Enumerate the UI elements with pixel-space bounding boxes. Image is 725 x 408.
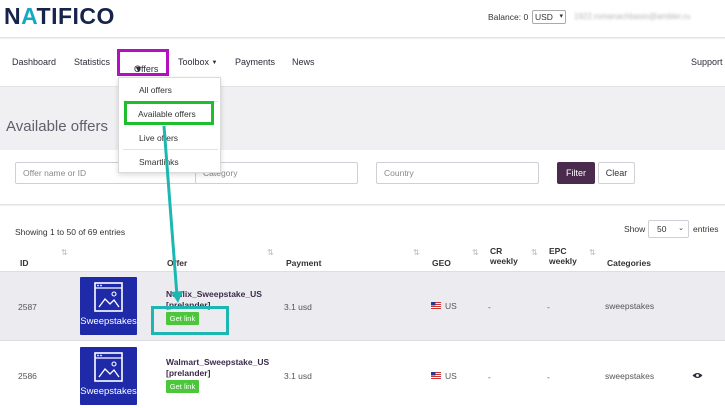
- offer-epc: -: [547, 302, 550, 312]
- nav-support[interactable]: Support: [691, 57, 723, 67]
- chevron-down-icon: ⌄: [678, 225, 684, 232]
- column-header-offer[interactable]: Offer: [167, 258, 187, 268]
- offer-geo: US: [445, 301, 457, 311]
- us-flag-icon: [431, 372, 441, 379]
- image-placeholder-icon: [94, 282, 123, 312]
- dropdown-item-smartlinks[interactable]: Smartlinks: [139, 157, 179, 167]
- offer-cr: -: [488, 302, 491, 312]
- top-bar: NATIFICO Balance: 0 USD ▾ 1922.romanachba…: [0, 0, 725, 38]
- dropdown-item-all-offers[interactable]: All offers: [139, 85, 172, 95]
- dropdown-item-live-offers[interactable]: Live offers: [139, 133, 178, 143]
- entries-label: entries: [693, 224, 719, 234]
- sort-icon[interactable]: ⇅: [61, 248, 68, 257]
- get-link-button[interactable]: Get link: [166, 380, 199, 393]
- image-placeholder-icon: [94, 352, 123, 382]
- column-header-id[interactable]: ID: [20, 258, 29, 268]
- entries-info: Showing 1 to 50 of 69 entries: [15, 227, 126, 237]
- column-header-cr-weekly[interactable]: CR weekly: [490, 246, 518, 266]
- nav-dashboard[interactable]: Dashboard: [12, 57, 56, 67]
- offer-category: sweepstakes: [605, 301, 655, 311]
- eye-icon[interactable]: [692, 372, 703, 379]
- page-title: Available offers: [6, 118, 109, 135]
- column-header-payment[interactable]: Payment: [286, 258, 321, 268]
- nav-news[interactable]: News: [292, 57, 315, 67]
- dropdown-item-available-offers[interactable]: Available offers: [124, 101, 214, 125]
- sort-icon[interactable]: ⇅: [472, 248, 479, 257]
- offer-payment: 3.1 usd: [284, 371, 312, 381]
- dropdown-divider: [123, 149, 218, 150]
- nav-toolbox[interactable]: Toolbox ▼: [178, 57, 218, 67]
- user-email[interactable]: 1922.romanachbasio@ambler.ru: [574, 12, 690, 21]
- offer-epc: -: [547, 372, 550, 382]
- sort-icon[interactable]: ⇅: [413, 248, 420, 257]
- natifico-logo[interactable]: NATIFICO: [4, 3, 115, 29]
- clear-button[interactable]: Clear: [598, 162, 635, 184]
- caret-down-icon: ▼: [211, 60, 218, 66]
- offers-dropdown-menu: All offers Live offers Smartlinks: [118, 77, 221, 173]
- column-header-categories[interactable]: Categories: [607, 258, 651, 268]
- offer-id: 2586: [18, 371, 37, 381]
- page-size-select[interactable]: 50 ⌄: [648, 220, 689, 238]
- offer-thumbnail: Sweepstakes: [80, 277, 137, 335]
- offer-name-link[interactable]: Walmart_Sweepstake_US [prelander]: [166, 357, 269, 379]
- chevron-down-icon: ▾: [559, 13, 563, 20]
- offer-thumbnail: Sweepstakes: [80, 347, 137, 405]
- currency-select[interactable]: USD ▾: [532, 10, 566, 24]
- us-flag-icon: [431, 302, 441, 309]
- offer-geo: US: [445, 371, 457, 381]
- offer-cr: -: [488, 372, 491, 382]
- sort-icon[interactable]: ⇅: [531, 248, 538, 257]
- column-header-epc-weekly[interactable]: EPC weekly: [549, 246, 577, 266]
- nav-payments[interactable]: Payments: [235, 57, 275, 67]
- show-label: Show: [624, 224, 646, 234]
- offer-payment: 3.1 usd: [284, 302, 312, 312]
- country-select[interactable]: [376, 162, 539, 184]
- sort-icon[interactable]: ⇅: [267, 248, 274, 257]
- filter-button[interactable]: Filter: [557, 162, 595, 184]
- nav-offers[interactable]: Offers ▼: [117, 49, 169, 76]
- get-link-highlight: [151, 306, 229, 335]
- column-header-geo[interactable]: GEO: [432, 258, 451, 268]
- caret-down-icon: ▼: [134, 64, 143, 74]
- sort-icon[interactable]: ⇅: [589, 248, 596, 257]
- offer-id: 2587: [18, 302, 37, 312]
- nav-statistics[interactable]: Statistics: [74, 57, 110, 67]
- offer-category: sweepstakes: [605, 371, 655, 381]
- balance-label: Balance: 0: [488, 12, 529, 22]
